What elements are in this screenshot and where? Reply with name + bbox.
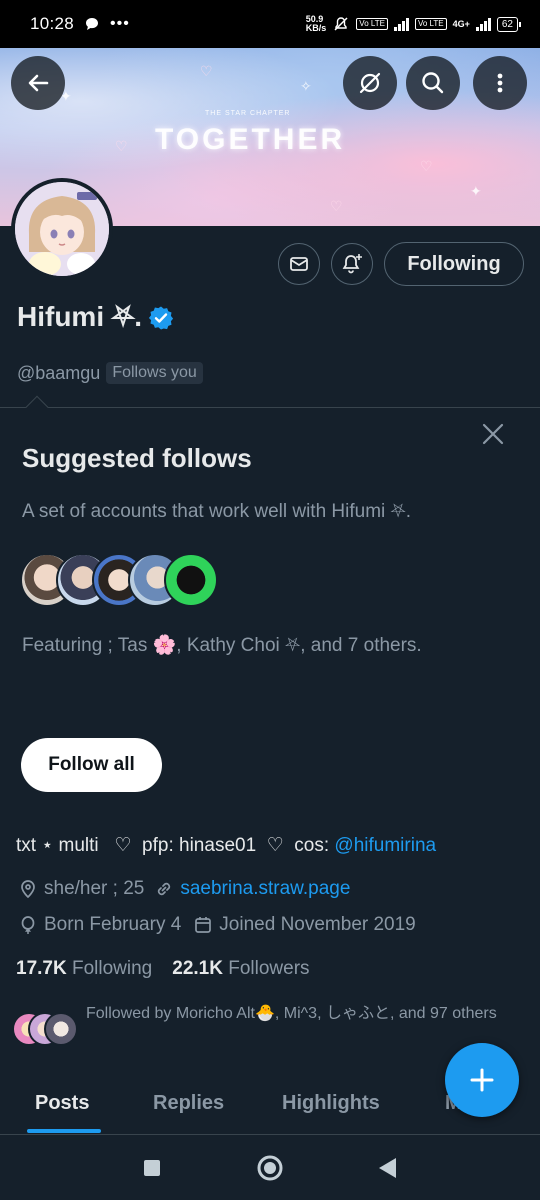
tabs-divider <box>0 1134 540 1135</box>
recents-square-icon[interactable] <box>142 1158 162 1178</box>
following-button[interactable]: Following <box>384 242 524 286</box>
tab-posts[interactable]: Posts <box>35 1092 89 1115</box>
compose-post-button[interactable] <box>445 1043 519 1117</box>
location-pin-icon <box>21 880 35 899</box>
pronouns-location: she/her ; 25 <box>44 878 145 899</box>
tab-highlights[interactable]: Highlights <box>282 1092 380 1115</box>
website-link[interactable]: saebrina.straw.page <box>180 878 350 900</box>
volte-chip-2: Vo LTE <box>414 18 447 30</box>
network-type: 4G+ <box>452 19 470 29</box>
banner-heart: ♡ <box>420 158 433 174</box>
followed-by-avatars <box>12 1012 78 1048</box>
birthday: Born February 4 <box>44 914 182 935</box>
suggested-avatar-stack[interactable] <box>20 553 220 609</box>
banner-sparkle: ✦ <box>470 183 482 199</box>
profile-bio: txt ⋆ multi ♡ pfp: hinase01 ♡ cos: @hifu… <box>16 834 436 857</box>
follow-counts: 17.7K Following 22.1K Followers <box>16 958 310 980</box>
battery-indicator: 62 <box>496 16 522 32</box>
following-label: Following <box>71 958 153 979</box>
banner-title: TOGETHER <box>155 123 346 156</box>
handle-row: @baamgu Follows you <box>17 362 203 384</box>
mute-icon <box>334 17 348 31</box>
followed-by-avatar <box>44 1012 78 1046</box>
avatar-illustration <box>15 182 109 276</box>
envelope-icon <box>290 257 308 271</box>
display-name-row: Hifumi ⛧. <box>17 301 174 334</box>
banner-sparkle: ✧ <box>300 78 312 94</box>
followed-by-row[interactable]: Followed by Moricho Alt🐣, Mi^3, しゃふと, an… <box>12 1005 526 1048</box>
following-count-link[interactable]: 17.7K Following <box>16 958 152 980</box>
meta-row-2: Born February 4 Joined November 2019 <box>18 914 416 936</box>
status-bar: 10:28 ••• 50.9 KB/s Vo LTE Vo LTE 4G+ 62 <box>0 0 540 48</box>
volte-chip-1: Vo LTE <box>356 18 388 30</box>
more-notifications-icon: ••• <box>110 15 130 32</box>
more-button[interactable] <box>473 56 527 110</box>
followers-label: Followers <box>228 958 310 979</box>
grok-button[interactable] <box>343 56 397 110</box>
handle: @baamgu <box>17 362 101 383</box>
notifications-button[interactable] <box>331 243 373 285</box>
profile-avatar[interactable] <box>11 178 113 280</box>
message-button[interactable] <box>278 243 320 285</box>
suggested-follows-description: A set of accounts that work well with Hi… <box>22 501 412 522</box>
search-button[interactable] <box>406 56 460 110</box>
bell-plus-icon <box>342 254 362 274</box>
banner-heart: ♡ <box>115 138 128 154</box>
plus-icon <box>470 1068 494 1092</box>
close-icon[interactable] <box>480 421 506 447</box>
back-triangle-icon[interactable] <box>376 1156 398 1180</box>
arrow-left-icon <box>28 74 49 92</box>
followers-count-link[interactable]: 22.1K Followers <box>172 958 309 980</box>
suggested-featuring: Featuring ; Tas 🌸, Kathy Choi ⛧, and 7 o… <box>22 635 422 656</box>
home-circle-icon[interactable] <box>256 1154 284 1182</box>
active-tab-indicator <box>27 1129 101 1133</box>
verified-badge-icon[interactable] <box>148 305 174 331</box>
bio-mention-link[interactable]: @hifumirina <box>334 835 436 856</box>
grok-icon <box>359 72 381 94</box>
display-name: Hifumi ⛧. <box>17 301 143 332</box>
meta-row-1: she/her ; 25 saebrina.straw.page <box>18 878 350 900</box>
more-vertical-icon <box>497 73 503 93</box>
balloon-icon <box>21 916 35 934</box>
search-icon <box>422 72 444 94</box>
follows-you-badge: Follows you <box>106 362 203 384</box>
bio-text: txt ⋆ multi ♡ pfp: hinase01 ♡ cos: <box>16 835 335 856</box>
link-icon <box>158 882 171 896</box>
back-button[interactable] <box>11 56 65 110</box>
banner-subtitle: THE STAR CHAPTER <box>205 110 291 117</box>
join-date: Joined November 2019 <box>219 914 416 935</box>
signal-icon-2 <box>475 17 491 31</box>
system-nav-bar <box>0 1136 540 1200</box>
signal-icon-1 <box>393 17 409 31</box>
status-time: 10:28 <box>30 14 75 33</box>
followers-count: 22.1K <box>172 958 223 979</box>
net-speed: 50.9 KB/s <box>305 14 327 33</box>
chat-bubble-icon <box>86 18 99 30</box>
suggested-pointer <box>25 395 49 419</box>
tab-replies[interactable]: Replies <box>153 1092 224 1115</box>
suggested-divider <box>0 407 540 408</box>
banner-heart: ♡ <box>330 198 343 214</box>
banner-heart: ♡ <box>200 63 213 79</box>
follow-all-button[interactable]: Follow all <box>21 738 162 792</box>
following-count: 17.7K <box>16 958 67 979</box>
suggested-follows-title: Suggested follows <box>22 443 252 473</box>
followed-by-text: Followed by Moricho Alt🐣, Mi^3, しゃふと, an… <box>86 1005 497 1022</box>
suggested-avatar <box>164 553 218 607</box>
calendar-icon <box>195 917 212 933</box>
